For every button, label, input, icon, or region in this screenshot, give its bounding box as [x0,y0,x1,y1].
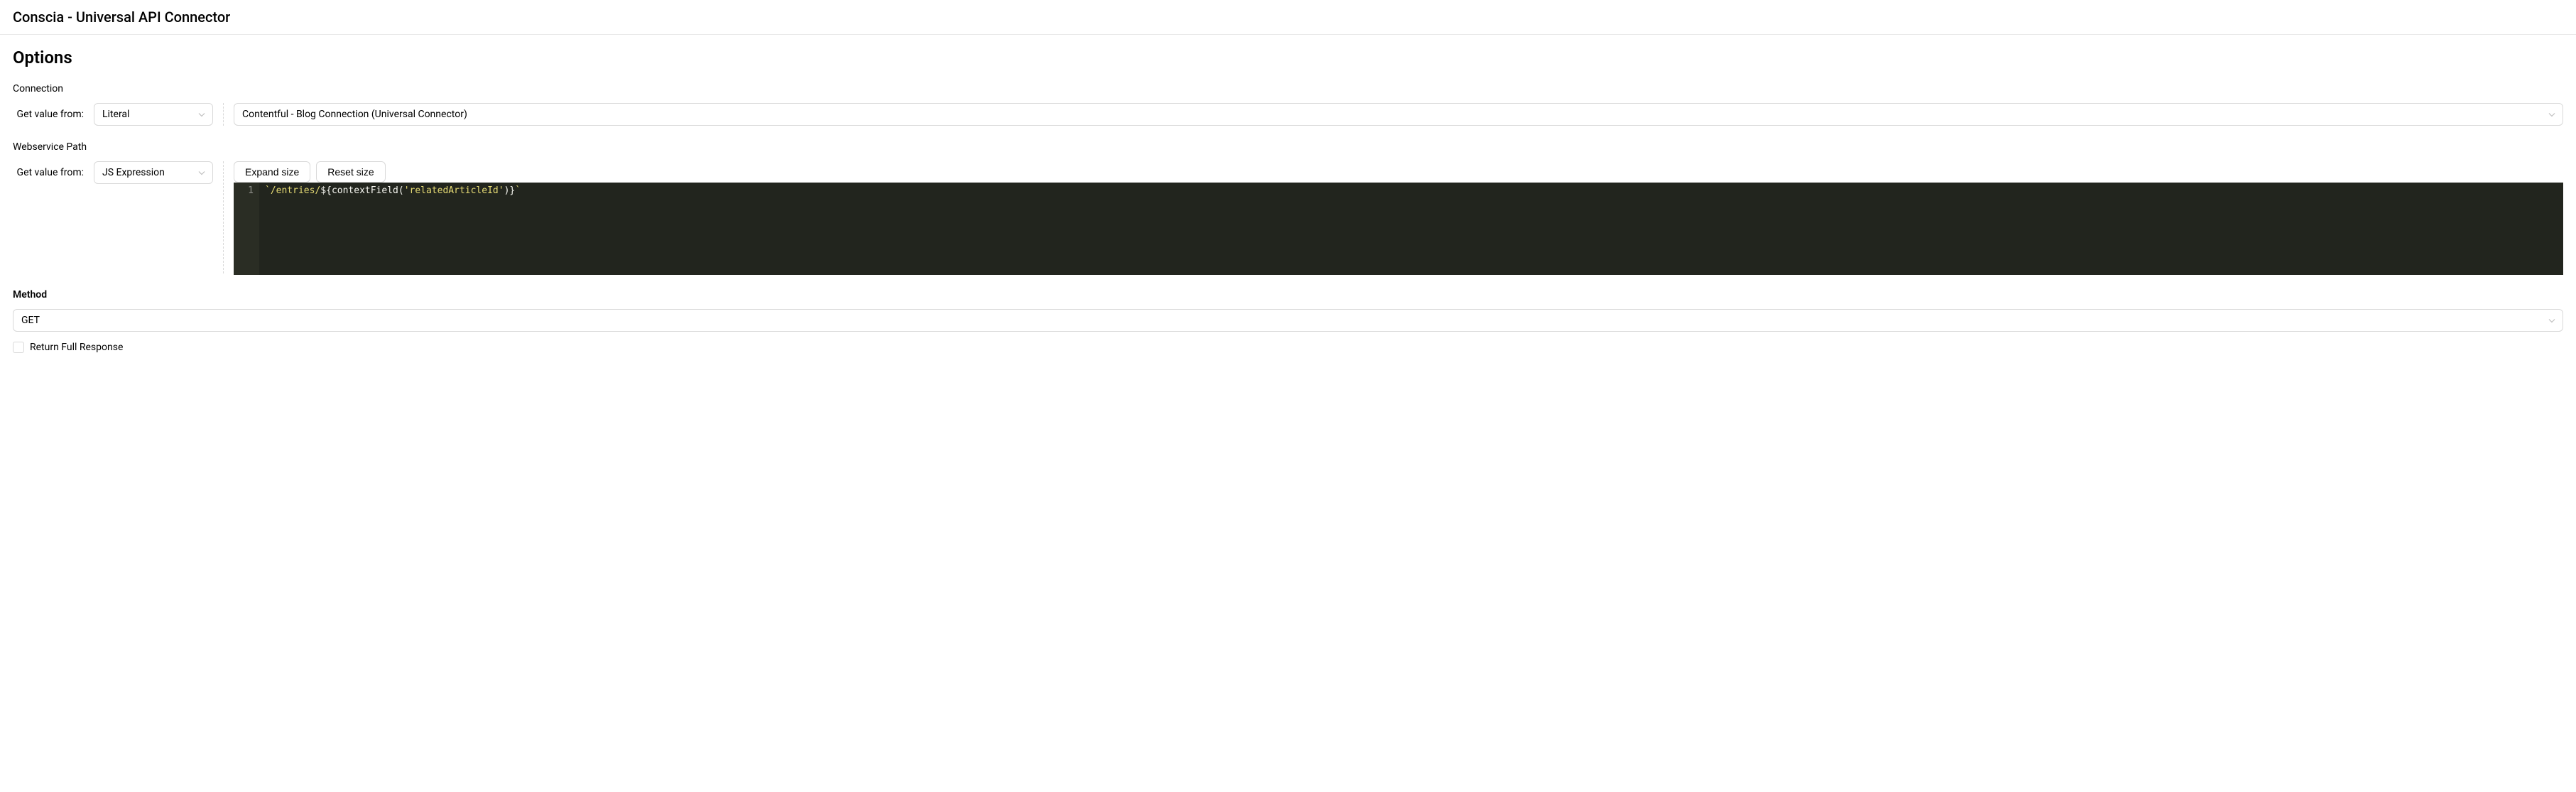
webservice-path-label: Webservice Path [13,141,2563,153]
code-token: ` [515,185,521,196]
return-full-response-row: Return Full Response [13,342,2563,353]
vertical-divider [223,103,224,126]
options-heading: Options [13,48,2563,67]
chevron-down-icon [2548,316,2555,325]
vertical-divider [223,161,224,273]
connection-source-select[interactable]: Literal [94,103,213,126]
code-token: `/entries/ [265,185,320,196]
connection-value-select[interactable]: Contentful - Blog Connection (Universal … [234,103,2563,126]
connection-label: Connection [13,83,2563,94]
chevron-down-icon [2548,110,2555,119]
connection-source-value: Literal [102,109,129,120]
page-title: Conscia - Universal API Connector [13,9,2563,26]
code-section: Expand size Reset size 1 `/entries/${con… [234,161,2563,275]
method-value: GET [21,315,40,326]
code-token: 'relatedArticleId' [404,185,504,196]
method-label: Method [13,289,2563,300]
return-full-response-label: Return Full Response [30,342,123,353]
method-section: Method GET Return Full Response [13,289,2563,353]
return-full-response-checkbox[interactable] [13,342,24,353]
line-number: 1 [239,185,254,196]
page-header: Conscia - Universal API Connector [0,0,2576,35]
webservice-left-col: Get value from: JS Expression [13,161,213,184]
webservice-source-select[interactable]: JS Expression [94,161,213,184]
code-token: contextField [332,185,398,196]
method-select[interactable]: GET [13,309,2563,332]
expand-size-button[interactable]: Expand size [234,161,310,183]
code-token: ${ [320,185,332,196]
chevron-down-icon [198,168,205,178]
code-buttons: Expand size Reset size [234,161,2563,183]
reset-size-button[interactable]: Reset size [316,161,385,183]
webservice-get-value-from-label: Get value from: [13,167,84,178]
connection-value: Contentful - Blog Connection (Universal … [242,109,467,120]
chevron-down-icon [198,110,205,119]
connection-get-value-from-label: Get value from: [13,109,84,120]
webservice-path-row: Get value from: JS Expression Expand siz… [13,161,2563,275]
code-editor[interactable]: 1 `/entries/${contextField('relatedArtic… [234,183,2563,275]
connection-row: Get value from: Literal Contentful - Blo… [13,103,2563,126]
code-wrap: Expand size Reset size 1 `/entries/${con… [223,161,2563,275]
webservice-source-value: JS Expression [102,167,165,178]
code-gutter: 1 [234,183,259,275]
content-area: Options Connection Get value from: Liter… [0,35,2576,366]
code-content[interactable]: `/entries/${contextField('relatedArticle… [259,183,2563,275]
code-token: ( [398,185,404,196]
